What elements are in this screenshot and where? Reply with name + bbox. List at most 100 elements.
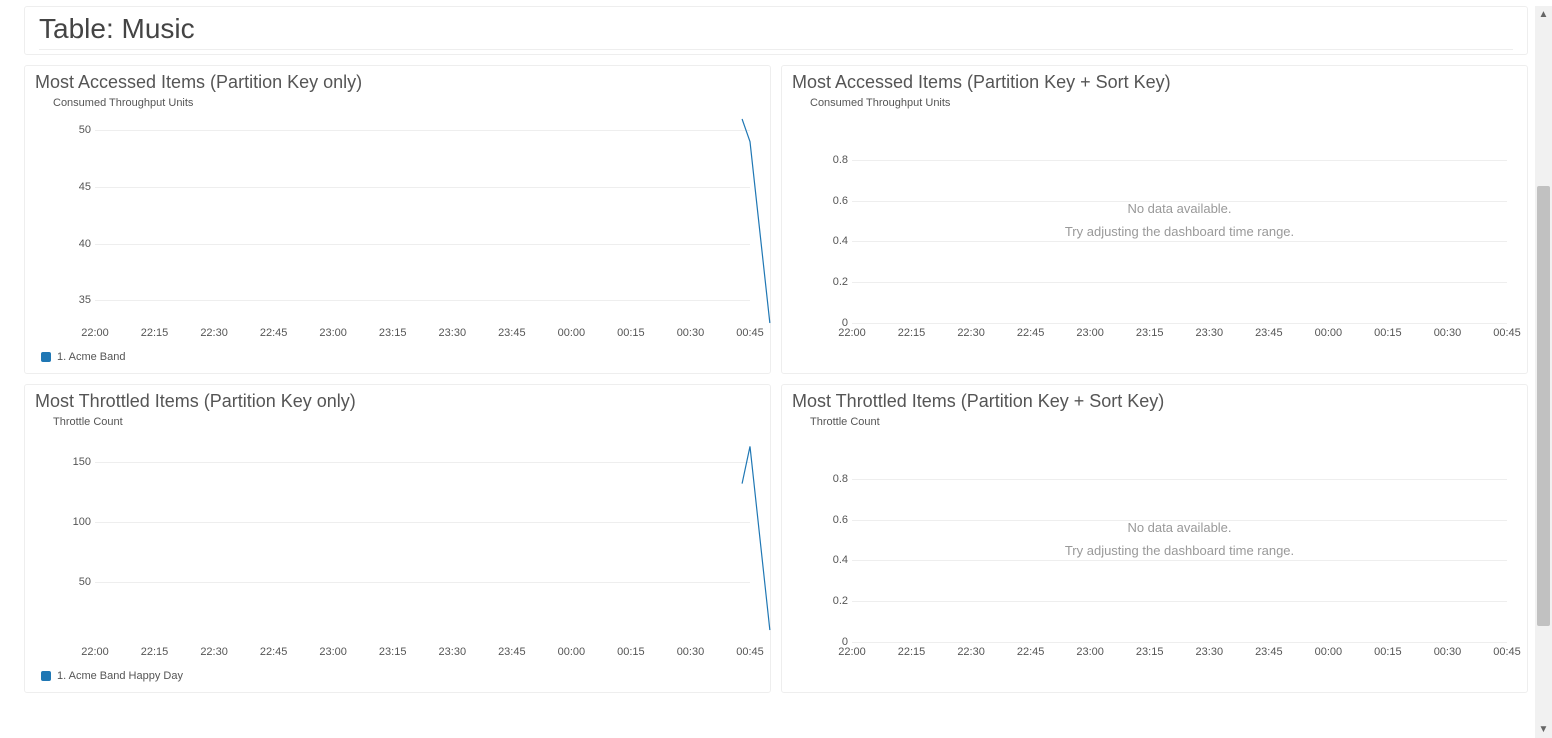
y-tick: 40 xyxy=(67,238,91,250)
line-series xyxy=(95,438,750,642)
legend-label: 1. Acme Band Happy Day xyxy=(57,670,183,682)
page-title: Table: Music xyxy=(39,13,1513,50)
y-axis-label: Throttle Count xyxy=(53,416,123,428)
grid-line xyxy=(852,282,1507,283)
x-tick: 22:00 xyxy=(81,646,109,658)
y-tick: 0.8 xyxy=(824,473,848,485)
x-tick: 23:30 xyxy=(439,327,467,339)
legend-swatch-icon xyxy=(41,352,51,362)
x-tick: 23:30 xyxy=(1196,646,1224,658)
x-tick: 22:00 xyxy=(81,327,109,339)
plot: 35404550 xyxy=(95,119,750,323)
y-tick: 0.4 xyxy=(824,235,848,247)
x-axis: 22:0022:1522:3022:4523:0023:1523:3023:45… xyxy=(852,646,1507,662)
grid-line xyxy=(852,160,1507,161)
x-tick: 00:15 xyxy=(1374,327,1402,339)
x-tick: 23:00 xyxy=(319,327,347,339)
x-tick: 22:15 xyxy=(141,327,169,339)
x-tick: 23:00 xyxy=(1076,327,1104,339)
scroll-down-icon[interactable]: ▼ xyxy=(1535,721,1552,738)
plot: 00.20.40.60.8No data available.Try adjus… xyxy=(852,438,1507,642)
x-tick: 23:00 xyxy=(319,646,347,658)
y-tick: 150 xyxy=(67,456,91,468)
grid-line xyxy=(852,601,1507,602)
empty-line-1: No data available. xyxy=(852,197,1507,220)
scroll-thumb[interactable] xyxy=(1537,186,1550,626)
grid-line xyxy=(852,479,1507,480)
legend[interactable]: 1. Acme Band Happy Day xyxy=(41,670,183,682)
x-tick: 23:45 xyxy=(498,646,526,658)
x-tick: 22:30 xyxy=(200,327,228,339)
scrollbar[interactable]: ▲ ▼ xyxy=(1535,6,1552,738)
chart-area[interactable]: Throttle Count 00.20.40.60.8No data avail… xyxy=(792,416,1517,686)
x-tick: 22:30 xyxy=(200,646,228,658)
x-tick: 00:45 xyxy=(1493,646,1521,658)
x-tick: 23:45 xyxy=(1255,646,1283,658)
panel-title: Most Accessed Items (Partition Key only) xyxy=(35,72,760,93)
x-tick: 00:30 xyxy=(677,646,705,658)
x-tick: 00:30 xyxy=(1434,327,1462,339)
empty-line-2: Try adjusting the dashboard time range. xyxy=(852,220,1507,243)
line-series xyxy=(95,119,750,323)
panel-throttled-pk-sk: Most Throttled Items (Partition Key + So… xyxy=(781,384,1528,693)
plot: 50100150 xyxy=(95,438,750,642)
x-tick: 00:00 xyxy=(1315,327,1343,339)
y-tick: 0.6 xyxy=(824,514,848,526)
y-tick: 50 xyxy=(67,576,91,588)
scroll-up-icon[interactable]: ▲ xyxy=(1535,6,1552,23)
x-axis: 22:0022:1522:3022:4523:0023:1523:3023:45… xyxy=(95,327,750,343)
x-tick: 00:00 xyxy=(1315,646,1343,658)
x-tick: 00:30 xyxy=(1434,646,1462,658)
x-tick: 00:45 xyxy=(736,327,764,339)
empty-message: No data available.Try adjusting the dash… xyxy=(852,197,1507,244)
y-axis-label: Consumed Throughput Units xyxy=(53,97,193,109)
plot: 00.20.40.60.8No data available.Try adjus… xyxy=(852,119,1507,323)
x-tick: 00:45 xyxy=(1493,327,1521,339)
panel-title: Most Accessed Items (Partition Key + Sor… xyxy=(792,72,1517,93)
x-tick: 22:15 xyxy=(898,327,926,339)
y-tick: 45 xyxy=(67,181,91,193)
legend-label: 1. Acme Band xyxy=(57,351,126,363)
x-tick: 23:15 xyxy=(379,327,407,339)
x-tick: 23:30 xyxy=(1196,327,1224,339)
x-tick: 22:45 xyxy=(260,646,288,658)
y-tick: 100 xyxy=(67,516,91,528)
x-tick: 00:15 xyxy=(1374,646,1402,658)
panel-throttled-pk: Most Throttled Items (Partition Key only… xyxy=(24,384,771,693)
x-tick: 22:45 xyxy=(1017,646,1045,658)
y-tick: 0.2 xyxy=(824,595,848,607)
x-axis: 22:0022:1522:3022:4523:0023:1523:3023:45… xyxy=(95,646,750,662)
chart-area[interactable]: Consumed Throughput Units3540455022:0022… xyxy=(35,97,760,367)
y-tick: 0.8 xyxy=(824,154,848,166)
y-tick: 35 xyxy=(67,294,91,306)
x-tick: 23:30 xyxy=(439,646,467,658)
x-tick: 22:00 xyxy=(838,646,866,658)
x-axis: 22:0022:1522:3022:4523:0023:1523:3023:45… xyxy=(852,327,1507,343)
y-axis-label: Throttle Count xyxy=(810,416,880,428)
x-tick: 22:15 xyxy=(898,646,926,658)
y-tick: 50 xyxy=(67,124,91,136)
empty-line-1: No data available. xyxy=(852,516,1507,539)
x-tick: 22:30 xyxy=(957,327,985,339)
x-tick: 00:15 xyxy=(617,646,645,658)
x-tick: 23:15 xyxy=(1136,646,1164,658)
table-header: Table: Music xyxy=(24,6,1528,55)
x-tick: 22:45 xyxy=(260,327,288,339)
chart-area[interactable]: Throttle Count5010015022:0022:1522:3022:… xyxy=(35,416,760,686)
x-tick: 23:45 xyxy=(1255,327,1283,339)
grid-line xyxy=(852,323,1507,324)
chart-area[interactable]: Consumed Throughput Units00.20.40.60.8No… xyxy=(792,97,1517,367)
y-tick: 0.4 xyxy=(824,554,848,566)
x-tick: 00:15 xyxy=(617,327,645,339)
x-tick: 22:30 xyxy=(957,646,985,658)
x-tick: 23:15 xyxy=(1136,327,1164,339)
x-tick: 00:00 xyxy=(558,327,586,339)
empty-message: No data available.Try adjusting the dash… xyxy=(852,516,1507,563)
empty-line-2: Try adjusting the dashboard time range. xyxy=(852,539,1507,562)
x-tick: 22:45 xyxy=(1017,327,1045,339)
panel-title: Most Throttled Items (Partition Key + So… xyxy=(792,391,1517,412)
legend[interactable]: 1. Acme Band xyxy=(41,351,126,363)
panel-title: Most Throttled Items (Partition Key only… xyxy=(35,391,760,412)
x-tick: 23:15 xyxy=(379,646,407,658)
panel-accessed-pk: Most Accessed Items (Partition Key only)… xyxy=(24,65,771,374)
